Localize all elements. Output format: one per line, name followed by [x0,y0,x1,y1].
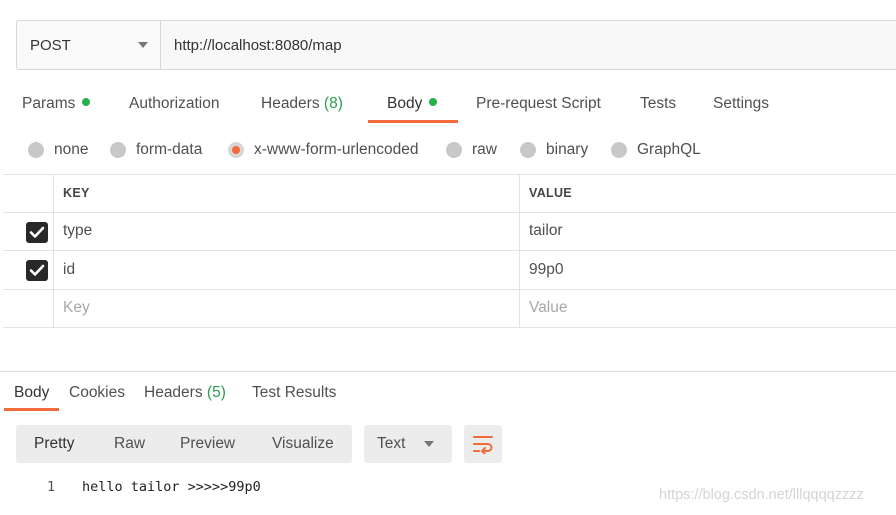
wrap-lines-icon [473,436,493,454]
tab-label: Body [387,95,423,112]
table-row: type tailor [3,212,896,251]
tab-label: Headers [144,384,203,401]
view-raw-button[interactable]: Raw [114,425,145,463]
radio-label: none [54,141,89,158]
tab-label: Params [22,95,76,112]
radio-icon [446,142,462,158]
view-visualize-button[interactable]: Visualize [272,425,334,463]
tab-authorization[interactable]: Authorization [129,86,219,124]
tab-pre-request-script[interactable]: Pre-request Script [476,86,601,124]
tab-label: Cookies [69,384,125,401]
tab-label: Body [14,384,50,401]
body-type-raw[interactable]: raw [446,136,497,164]
watermark: https://blog.csdn.net/lllqqqqzzzz [659,487,864,503]
radio-label: GraphQL [637,141,701,158]
radio-label: binary [546,141,589,158]
column-header-key: KEY [54,175,520,212]
chevron-down-icon [424,441,434,447]
url-input[interactable]: http://localhost:8080/map [161,21,896,69]
radio-icon [520,142,536,158]
view-preview-button[interactable]: Preview [180,425,235,463]
chevron-down-icon [138,42,148,48]
view-pretty-button[interactable]: Pretty [34,425,74,463]
method-label: POST [30,36,71,54]
radio-icon [110,142,126,158]
request-url-bar: POST http://localhost:8080/map [16,20,896,70]
table-row-new: Key Value [3,289,896,328]
key-cell[interactable]: type [54,212,520,250]
tab-headers[interactable]: Headers (8) [261,86,343,124]
tab-label: Tests [640,95,677,112]
response-text[interactable]: hello tailor >>>>>99p0 [82,479,261,495]
radio-label: form-data [136,141,203,158]
body-type-x-www-form-urlencoded[interactable]: x-www-form-urlencoded [228,136,419,164]
body-type-form-data[interactable]: form-data [110,136,202,164]
tab-label: Test Results [252,384,337,401]
header-check-cell [3,175,54,212]
body-type-none[interactable]: none [28,136,88,164]
tab-tests[interactable]: Tests [640,86,676,124]
radio-icon [28,142,44,158]
format-label: Text [377,435,406,452]
view-mode-group: Pretty Raw Preview Visualize [16,425,352,463]
response-tabs: Body Cookies Headers (5) Test Results [0,380,896,414]
tab-params[interactable]: Params [22,86,91,124]
response-tab-cookies[interactable]: Cookies [69,380,125,408]
tab-settings[interactable]: Settings [713,86,769,124]
check-cell [3,212,54,250]
key-cell[interactable]: id [54,251,520,289]
pane-divider[interactable] [0,371,896,372]
response-tab-test-results[interactable]: Test Results [252,380,336,408]
column-header-value: VALUE [529,186,572,201]
method-select[interactable]: POST [17,21,161,69]
value-cell[interactable]: tailor [520,213,896,251]
response-tab-headers[interactable]: Headers (5) [144,380,226,408]
radio-label: x-www-form-urlencoded [254,141,419,158]
table-row: id 99p0 [3,251,896,290]
tab-count: (8) [323,95,343,112]
tab-count: (5) [206,384,226,401]
format-select[interactable]: Text [364,425,452,463]
new-value-input[interactable]: Value [520,290,896,328]
body-type-binary[interactable]: binary [520,136,588,164]
body-type-graphql[interactable]: GraphQL [611,136,701,164]
check-cell [3,251,54,289]
tab-label: Settings [713,95,770,112]
check-icon[interactable] [26,221,48,243]
radio-selected-icon [228,142,244,158]
check-icon[interactable] [26,260,48,281]
body-type-selector: none form-data x-www-form-urlencoded raw… [0,136,896,164]
status-dot-icon [429,98,438,106]
wrap-lines-button[interactable] [464,425,502,463]
tab-label: Authorization [129,95,220,112]
active-tab-indicator [4,408,59,411]
radio-label: raw [472,141,497,158]
response-tab-body[interactable]: Body [14,380,49,408]
tab-body[interactable]: Body [387,86,438,124]
value-cell[interactable]: 99p0 [520,251,896,289]
tab-label: Pre-request Script [476,95,601,112]
new-key-input[interactable]: Key [54,289,520,327]
active-tab-indicator [368,120,458,123]
tab-label: Headers [261,95,320,112]
line-number: 1 [47,479,56,495]
check-cell [3,289,54,327]
request-tabs: Params Authorization Headers (8) Body Pr… [0,86,896,126]
params-table: KEY VALUE type tailor id 99p0 Key Value [3,174,896,328]
table-header: KEY VALUE [3,174,896,213]
radio-icon [611,142,627,158]
status-dot-icon [82,98,91,106]
